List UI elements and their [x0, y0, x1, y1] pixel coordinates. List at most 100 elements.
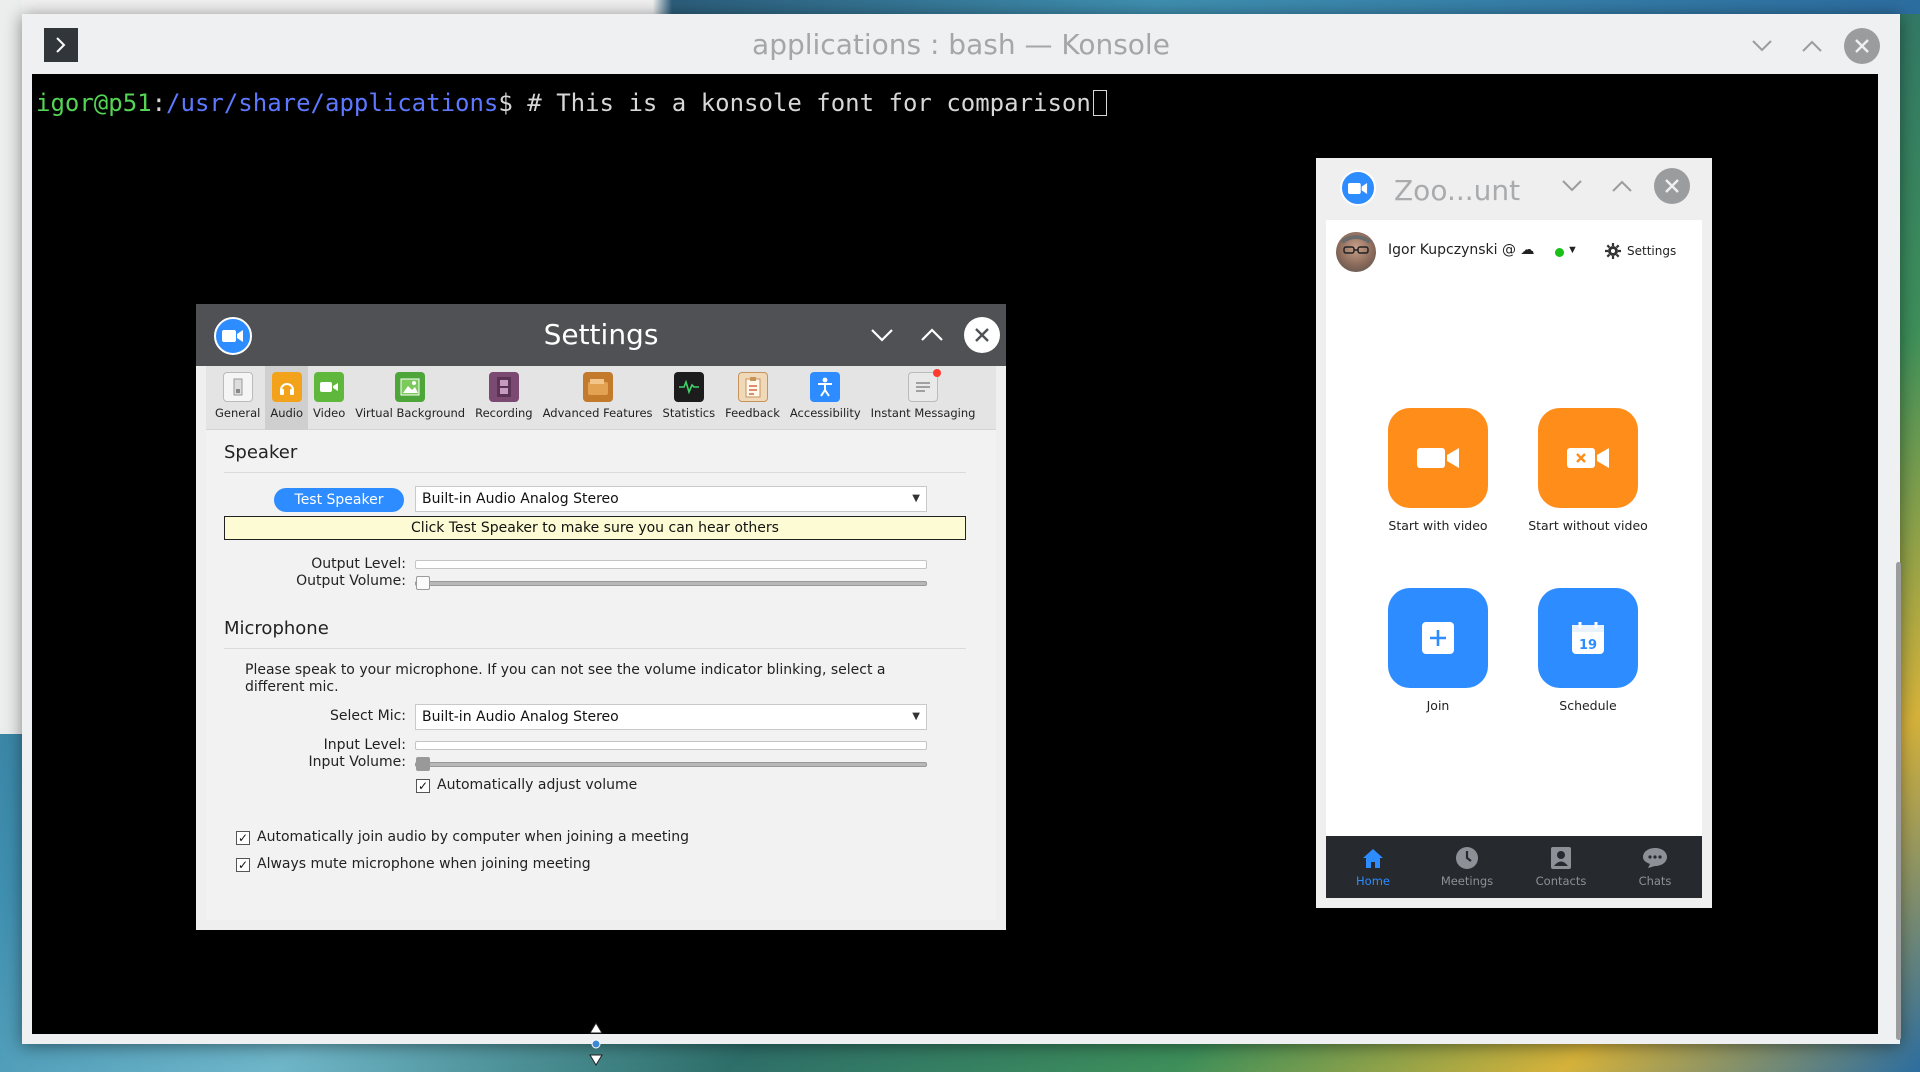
chevron-up-icon [921, 328, 943, 341]
tab-feedback[interactable]: Feedback [720, 366, 785, 430]
minimize-button[interactable] [1554, 168, 1590, 204]
output-level-meter [415, 560, 927, 569]
minimize-button[interactable] [864, 317, 900, 353]
tab-virtual-background[interactable]: Virtual Background [350, 366, 470, 430]
zoom-main-window[interactable]: Zoo...unt Igor Kupczynski @ ☁ ▼ Settings… [1316, 158, 1712, 908]
zoom-settings-window[interactable]: Settings General Audio Video Virtual Bac… [196, 304, 1006, 930]
feedback-icon [737, 372, 768, 402]
mic-select[interactable]: Built-in Audio Analog Stereo ▼ [415, 704, 927, 730]
nav-contacts-label: Contacts [1535, 874, 1587, 888]
schedule-button[interactable]: 19 Schedule [1513, 588, 1663, 713]
schedule-label: Schedule [1559, 698, 1617, 713]
output-volume-track[interactable] [415, 581, 927, 586]
speaker-hint: Click Test Speaker to make sure you can … [224, 516, 966, 540]
instant-messaging-icon [908, 369, 942, 402]
text-cursor [1092, 90, 1107, 116]
start-with-video-button[interactable]: Start with video [1363, 408, 1513, 533]
test-speaker-button[interactable]: Test Speaker [274, 488, 404, 512]
microphone-instructions: Please speak to your microphone. If you … [245, 662, 886, 695]
tab-recording[interactable]: Recording [470, 366, 538, 430]
advanced-features-icon [582, 372, 613, 402]
close-button[interactable] [1654, 168, 1690, 204]
bottom-nav: Home Meetings Contacts Chats [1326, 836, 1702, 898]
close-icon [1665, 179, 1679, 193]
close-button[interactable] [964, 317, 1000, 353]
desktop-wallpaper [0, 0, 1920, 14]
input-volume-label: Input Volume: [308, 754, 407, 770]
nav-home[interactable]: Home [1326, 836, 1420, 898]
chevron-down-icon [1562, 180, 1582, 192]
start-with-video-tile[interactable] [1388, 408, 1488, 508]
tab-instant-messaging[interactable]: Instant Messaging [866, 366, 981, 430]
nav-meetings[interactable]: Meetings [1420, 836, 1514, 898]
notification-dot [933, 369, 942, 377]
mute-on-join-checkbox[interactable]: ✓ [236, 858, 250, 872]
dropdown-arrow-icon: ▼ [912, 493, 920, 504]
auto-join-audio-checkbox[interactable]: ✓ [236, 831, 250, 845]
nav-home-label: Home [1356, 874, 1390, 888]
calendar-day: 19 [1579, 638, 1597, 653]
start-without-video-tile[interactable] [1538, 408, 1638, 508]
status-indicator[interactable] [1555, 248, 1564, 257]
schedule-tile[interactable]: 19 [1538, 588, 1638, 688]
maximize-button[interactable] [1794, 28, 1830, 64]
zoom-home: Igor Kupczynski @ ☁ ▼ Settings Start wit… [1326, 220, 1702, 836]
tab-video[interactable]: Video [308, 366, 350, 430]
divider [224, 472, 966, 473]
mute-on-join-label: Always mute microphone when joining meet… [257, 856, 591, 872]
start-with-video-label: Start with video [1388, 518, 1488, 533]
microphone-heading: Microphone [224, 618, 329, 639]
input-volume-track[interactable] [415, 762, 927, 767]
prompt-user: igor@p51 [36, 89, 152, 117]
virtual-background-icon [395, 372, 426, 402]
calendar-icon: 19 [1572, 622, 1604, 654]
zoom-window-title: Zoo...unt [1394, 174, 1521, 207]
accessibility-icon [810, 372, 841, 402]
nav-meetings-label: Meetings [1440, 874, 1494, 888]
input-level-label: Input Level: [323, 737, 406, 753]
auto-join-audio-label: Automatically join audio by computer whe… [257, 829, 690, 845]
video-icon [314, 372, 345, 402]
auto-adjust-label: Automatically adjust volume [437, 777, 638, 793]
video-off-icon [1567, 448, 1609, 468]
start-without-video-button[interactable]: Start without video [1513, 408, 1663, 533]
tab-advanced-features[interactable]: Advanced Features [538, 366, 658, 430]
konsole-titlebar[interactable]: applications : bash — Konsole [22, 14, 1900, 74]
contacts-icon [1551, 847, 1571, 869]
settings-link[interactable]: Settings [1605, 243, 1676, 259]
output-volume-slider[interactable] [416, 576, 430, 590]
user-name: Igor Kupczynski @ ☁ [1388, 242, 1535, 258]
tab-accessibility[interactable]: Accessibility [785, 366, 866, 430]
tab-audio[interactable]: Audio [265, 366, 309, 430]
audio-icon [271, 372, 302, 402]
plus-icon [1422, 622, 1454, 654]
settings-label: Settings [1627, 244, 1677, 258]
auto-adjust-checkbox[interactable]: ✓ [416, 779, 430, 793]
prompt-symbol: $ [498, 89, 528, 117]
maximize-button[interactable] [1604, 168, 1640, 204]
input-volume-slider[interactable] [416, 757, 430, 771]
chevron-down-icon [871, 329, 893, 342]
join-label: Join [1426, 698, 1450, 713]
tab-statistics[interactable]: Statistics [658, 366, 721, 430]
minimize-button[interactable] [1744, 28, 1780, 64]
maximize-button[interactable] [914, 317, 950, 353]
nav-chats[interactable]: Chats [1608, 836, 1702, 898]
join-button[interactable]: Join [1363, 588, 1513, 713]
command-text: # This is a konsole font for comparison [527, 89, 1091, 117]
chevron-up-icon [1802, 40, 1822, 52]
avatar[interactable] [1336, 232, 1376, 272]
status-caret-icon[interactable]: ▼ [1567, 244, 1578, 256]
divider [224, 648, 966, 649]
scrollbar-thumb[interactable] [1896, 562, 1901, 1040]
close-button[interactable] [1844, 28, 1880, 64]
tab-general[interactable]: General [210, 366, 265, 430]
nav-contacts[interactable]: Contacts [1514, 836, 1608, 898]
speaker-select[interactable]: Built-in Audio Analog Stereo ▼ [415, 486, 927, 512]
speaker-select-value: Built-in Audio Analog Stereo [422, 491, 619, 507]
prompt-path: /usr/share/applications [166, 89, 499, 117]
dropdown-arrow-icon: ▼ [912, 711, 920, 722]
join-tile[interactable] [1388, 588, 1488, 688]
settings-titlebar[interactable]: Settings [196, 304, 1006, 366]
background-window-edge [0, 0, 22, 734]
